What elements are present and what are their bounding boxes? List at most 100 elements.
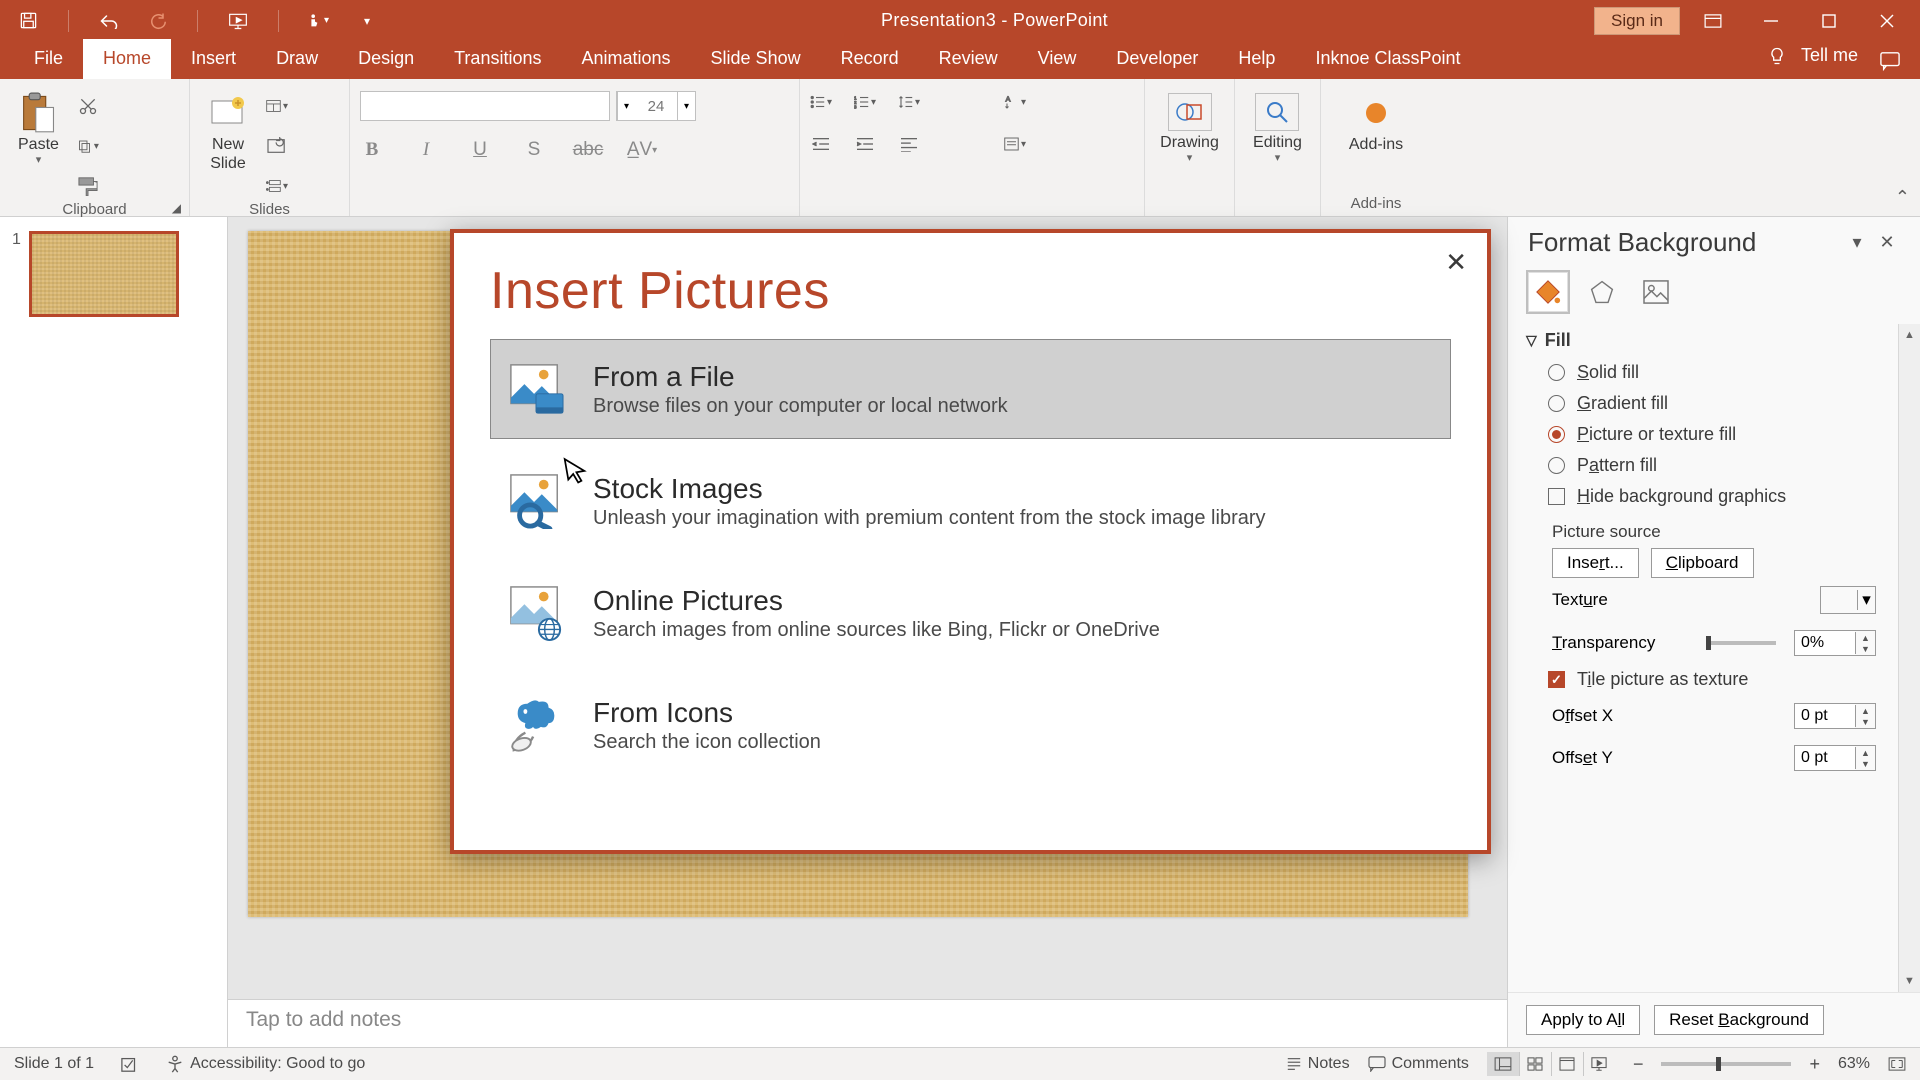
char-spacing-button[interactable]: A̲V▾	[630, 139, 654, 161]
transparency-slider[interactable]	[1706, 641, 1776, 645]
align-text-icon[interactable]: ▾	[1004, 133, 1026, 155]
stock-images-option[interactable]: Stock Images Unleash your imagination wi…	[490, 451, 1451, 551]
dropdown-arrow-icon[interactable]: ▾	[617, 92, 635, 120]
scroll-up-icon[interactable]: ▲	[1899, 324, 1920, 346]
accessibility-status[interactable]: Accessibility: Good to go	[166, 1055, 365, 1073]
increase-indent-icon[interactable]	[854, 133, 876, 155]
tell-me-search[interactable]: Tell me	[1767, 45, 1858, 66]
from-icons-option[interactable]: From Icons Search the icon collection	[490, 675, 1451, 775]
cut-icon[interactable]	[77, 95, 99, 117]
zoom-level[interactable]: 63%	[1838, 1055, 1870, 1073]
line-spacing-icon[interactable]: ▾	[898, 91, 920, 113]
copy-icon[interactable]: ▾	[77, 135, 99, 157]
format-painter-icon[interactable]	[77, 175, 99, 197]
bullets-icon[interactable]: ▾	[810, 91, 832, 113]
tab-file[interactable]: File	[14, 39, 83, 79]
align-left-icon[interactable]	[898, 133, 920, 155]
numbering-icon[interactable]: 123▾	[854, 91, 876, 113]
comments-toggle[interactable]: Comments	[1368, 1055, 1469, 1073]
scroll-down-icon[interactable]: ▼	[1899, 970, 1920, 992]
ribbon-display-icon[interactable]	[1688, 1, 1738, 41]
sign-in-button[interactable]: Sign in	[1594, 7, 1680, 35]
apply-to-all-button[interactable]: Apply to All	[1526, 1005, 1640, 1035]
text-direction-icon[interactable]: A▾	[1004, 91, 1026, 113]
shadow-button[interactable]: S	[522, 139, 546, 161]
tab-design[interactable]: Design	[338, 39, 434, 79]
reset-icon[interactable]	[266, 135, 288, 157]
strikethrough-button[interactable]: abc	[576, 139, 600, 161]
fit-to-window-icon[interactable]	[1888, 1057, 1906, 1071]
section-icon[interactable]: ▾	[266, 175, 288, 197]
editing-button[interactable]: Editing ▾	[1245, 91, 1310, 167]
slide-thumbnail-panel[interactable]: 1	[0, 217, 228, 1047]
offset-y-input[interactable]: ▲▼	[1794, 745, 1876, 771]
close-icon[interactable]	[1862, 1, 1912, 41]
tab-transitions[interactable]: Transitions	[434, 39, 561, 79]
font-name-combo[interactable]	[360, 91, 610, 121]
bold-button[interactable]: B	[360, 139, 384, 161]
comments-toggle-icon[interactable]	[1868, 47, 1912, 75]
underline-button[interactable]: U	[468, 139, 492, 161]
tab-help[interactable]: Help	[1218, 39, 1295, 79]
layout-icon[interactable]: ▾	[266, 95, 288, 117]
zoom-out-icon[interactable]: −	[1633, 1054, 1644, 1075]
spellcheck-icon[interactable]	[120, 1055, 140, 1073]
solid-fill-radio[interactable]: Solid fill	[1526, 357, 1888, 388]
save-icon[interactable]	[18, 11, 38, 31]
maximize-icon[interactable]	[1804, 1, 1854, 41]
collapse-ribbon-icon[interactable]: ⌃	[1895, 187, 1910, 208]
tab-draw[interactable]: Draw	[256, 39, 338, 79]
insert-picture-button[interactable]: Insert...	[1552, 548, 1639, 578]
picture-fill-radio[interactable]: Picture or texture fill	[1526, 419, 1888, 450]
drawing-button[interactable]: Drawing ▾	[1152, 91, 1227, 167]
font-size-combo[interactable]: ▾ 24 ▾	[616, 91, 696, 121]
new-slide-button[interactable]: New Slide	[200, 91, 256, 175]
tab-classpoint[interactable]: Inknoe ClassPoint	[1295, 39, 1480, 79]
slideshow-view-icon[interactable]	[1583, 1052, 1615, 1076]
notes-pane[interactable]: Tap to add notes	[228, 999, 1507, 1047]
fill-section-header[interactable]: ▽ Fill	[1526, 324, 1888, 357]
tab-review[interactable]: Review	[919, 39, 1018, 79]
hide-graphics-checkbox[interactable]: Hide background graphics	[1526, 481, 1888, 512]
panel-options-icon[interactable]: ▾	[1842, 232, 1872, 253]
touch-mode-icon[interactable]: ▾	[309, 11, 329, 31]
texture-picker[interactable]: ▾	[1820, 586, 1876, 614]
notes-toggle[interactable]: Notes	[1286, 1055, 1350, 1073]
qat-customize-icon[interactable]: ▾	[357, 11, 377, 31]
tab-record[interactable]: Record	[821, 39, 919, 79]
decrease-indent-icon[interactable]	[810, 133, 832, 155]
pattern-fill-radio[interactable]: Pattern fill	[1526, 450, 1888, 481]
dialog-close-icon[interactable]: ✕	[1445, 247, 1467, 278]
slide-indicator[interactable]: Slide 1 of 1	[14, 1055, 94, 1073]
addins-button[interactable]: Add-ins	[1341, 91, 1411, 156]
paste-button[interactable]: Paste ▾	[10, 91, 67, 169]
transparency-input[interactable]: ▲▼	[1794, 630, 1876, 656]
gradient-fill-radio[interactable]: Gradient fill	[1526, 388, 1888, 419]
zoom-slider[interactable]	[1661, 1062, 1791, 1066]
present-icon[interactable]	[228, 11, 248, 31]
zoom-in-icon[interactable]: +	[1809, 1054, 1820, 1075]
scrollbar[interactable]: ▲ ▼	[1898, 324, 1920, 992]
clipboard-button[interactable]: Clipboard	[1651, 548, 1754, 578]
tab-slideshow[interactable]: Slide Show	[691, 39, 821, 79]
reset-background-button[interactable]: Reset Background	[1654, 1005, 1824, 1035]
redo-icon[interactable]	[147, 11, 167, 31]
dialog-launcher-icon[interactable]: ◢	[172, 201, 181, 215]
offset-x-input[interactable]: ▲▼	[1794, 703, 1876, 729]
picture-tab-icon[interactable]	[1634, 270, 1678, 314]
thumbnail-preview[interactable]	[29, 231, 179, 317]
slide-thumbnail-1[interactable]: 1	[12, 231, 215, 317]
from-file-option[interactable]: From a File Browse files on your compute…	[490, 339, 1451, 439]
tile-checkbox[interactable]: Tile picture as texture	[1526, 664, 1888, 695]
tab-view[interactable]: View	[1018, 39, 1097, 79]
online-pictures-option[interactable]: Online Pictures Search images from onlin…	[490, 563, 1451, 663]
sorter-view-icon[interactable]	[1519, 1052, 1551, 1076]
reading-view-icon[interactable]	[1551, 1052, 1583, 1076]
italic-button[interactable]: I	[414, 139, 438, 161]
tab-developer[interactable]: Developer	[1096, 39, 1218, 79]
fill-tab-icon[interactable]	[1526, 270, 1570, 314]
dropdown-arrow-icon[interactable]: ▾	[677, 92, 695, 120]
tab-insert[interactable]: Insert	[171, 39, 256, 79]
undo-icon[interactable]	[99, 11, 119, 31]
tab-animations[interactable]: Animations	[561, 39, 690, 79]
